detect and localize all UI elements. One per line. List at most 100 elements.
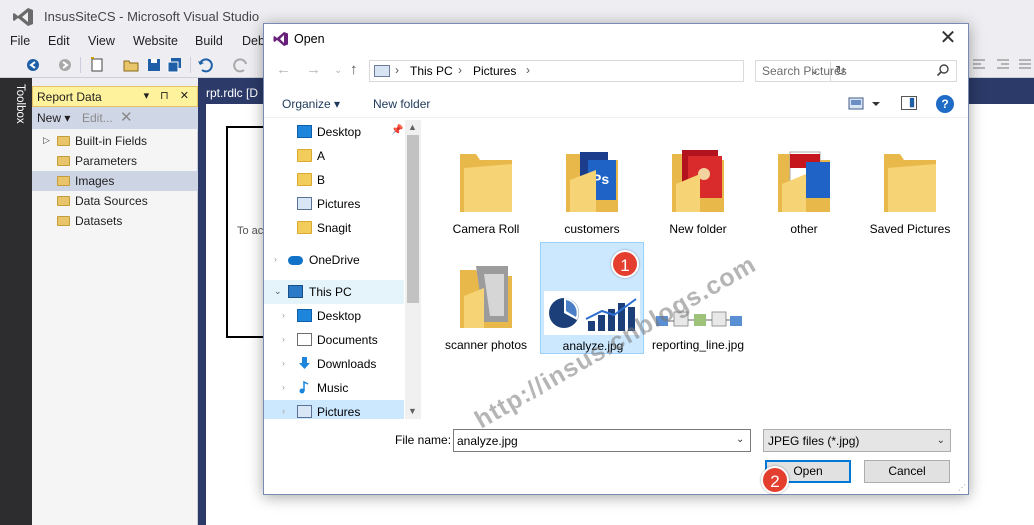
menu-website[interactable]: Website	[133, 34, 178, 48]
nav-item-b[interactable]: B	[264, 168, 404, 192]
menu-edit[interactable]: Edit	[48, 34, 70, 48]
tree-item-parameters[interactable]: Parameters	[32, 151, 198, 171]
expand-chevron-icon[interactable]: ›	[282, 406, 285, 416]
pictures-location-icon	[374, 65, 390, 77]
expand-chevron-icon[interactable]: ›	[282, 382, 285, 392]
cancel-button[interactable]: Cancel	[864, 460, 950, 483]
scroll-down-icon[interactable]: ▼	[408, 406, 417, 416]
pin-icon[interactable]: 📌	[391, 125, 403, 136]
nav-item-documents[interactable]: › Documents	[264, 328, 404, 352]
visual-studio-logo-icon	[273, 32, 288, 46]
nav-item-downloads[interactable]: › Downloads	[264, 352, 404, 376]
file-label: scanner photos	[444, 338, 528, 352]
address-bar[interactable]: › This PC › Pictures › ⌄ ↻	[369, 60, 846, 82]
file-label: New folder	[669, 222, 727, 236]
folder-icon	[57, 136, 70, 146]
collapse-chevron-icon[interactable]: ⌄	[274, 286, 282, 297]
nav-item-desktop-quick[interactable]: Desktop 📌	[264, 120, 404, 144]
organize-button[interactable]: Organize ▾	[282, 97, 340, 111]
new-folder-button[interactable]: New folder	[373, 97, 430, 111]
tree-item-images[interactable]: Images	[32, 171, 198, 191]
back-icon[interactable]	[24, 56, 42, 74]
file-name-row: File name: ⌄ JPEG files (*.jpg) ⌄	[264, 428, 968, 452]
breadcrumb-chevron-icon[interactable]: ›	[395, 63, 399, 77]
nav-item-onedrive[interactable]: › OneDrive	[264, 248, 404, 272]
folder-icon	[57, 156, 70, 166]
nav-item-a[interactable]: A	[264, 144, 404, 168]
change-view-icon[interactable]	[847, 96, 883, 112]
breadcrumb-chevron-icon[interactable]: ›	[458, 63, 462, 77]
panel-window-controls[interactable]: ▾ ⊓ ✕	[144, 89, 193, 102]
tab-rpt-rdlc[interactable]: rpt.rdlc [D	[206, 86, 258, 100]
file-item-camera-roll[interactable]: Camera Roll	[434, 126, 538, 238]
step-badge-2: 2	[761, 466, 789, 494]
breadcrumb-this-pc[interactable]: This PC	[410, 64, 453, 78]
file-name-label: File name:	[395, 433, 452, 447]
file-label: other	[790, 222, 818, 236]
back-arrow-icon[interactable]: ←	[276, 61, 291, 78]
nav-item-pictures-quick[interactable]: Pictures	[264, 192, 404, 216]
align-left-icon[interactable]	[970, 56, 988, 74]
nav-item-this-pc[interactable]: ⌄ This PC	[264, 280, 404, 304]
breadcrumb-chevron-icon[interactable]: ›	[526, 63, 530, 77]
close-icon[interactable]: ✕	[934, 26, 962, 52]
justify-icon[interactable]	[1016, 56, 1034, 74]
file-item-customers[interactable]: Ps customers	[540, 126, 644, 238]
tree-item-built-in-fields[interactable]: ▷ Built-in Fields	[32, 131, 198, 151]
tree-item-label: Images	[75, 174, 115, 188]
canvas-hint-text: To ac	[237, 225, 264, 237]
folder-scanner-icon	[460, 266, 512, 328]
save-icon[interactable]	[145, 56, 163, 74]
new-dropdown-button[interactable]: New ▾	[37, 111, 70, 125]
edit-button[interactable]: Edit...	[82, 111, 113, 125]
forward-icon[interactable]	[56, 56, 74, 74]
recent-dropdown-icon[interactable]: ⌄	[334, 65, 342, 76]
nav-item-label: Desktop	[317, 125, 362, 139]
expand-chevron-icon[interactable]: ›	[274, 254, 277, 264]
search-icon[interactable]	[936, 63, 950, 77]
tree-item-data-sources[interactable]: Data Sources	[32, 191, 198, 211]
menu-file[interactable]: File	[10, 34, 30, 48]
undo-icon[interactable]	[196, 56, 214, 74]
file-item-scanner-photos[interactable]: scanner photos	[434, 242, 538, 354]
file-label: Saved Pictures	[869, 222, 951, 236]
nav-item-label: Music	[317, 381, 349, 395]
resize-grip-icon[interactable]: ⋰	[958, 483, 966, 492]
redo-icon[interactable]	[232, 56, 250, 74]
file-name-dropdown-icon[interactable]: ⌄	[736, 434, 744, 445]
breadcrumb-pictures[interactable]: Pictures	[473, 64, 516, 78]
dialog-title: Open	[294, 32, 325, 46]
file-item-saved-pictures[interactable]: Saved Pictures	[858, 126, 962, 238]
file-label: reporting_line.jpg	[651, 338, 745, 352]
forward-arrow-icon[interactable]: →	[306, 61, 321, 78]
align-right-icon[interactable]	[994, 56, 1012, 74]
tree-item-label: Parameters	[75, 154, 138, 168]
nav-item-pictures[interactable]: › Pictures	[264, 400, 404, 419]
nav-item-snagit[interactable]: Snagit	[264, 216, 404, 240]
delete-icon[interactable]: ✕	[120, 108, 133, 126]
open-file-icon[interactable]	[122, 56, 140, 74]
file-type-select[interactable]: JPEG files (*.jpg) ⌄	[763, 429, 951, 452]
file-item-new-folder[interactable]: New folder	[646, 126, 750, 238]
file-name-input[interactable]	[453, 429, 751, 452]
nav-scrollbar-thumb[interactable]	[407, 135, 419, 303]
expand-chevron-icon[interactable]: ›	[282, 310, 285, 320]
search-input[interactable]: Search Pictures	[755, 60, 957, 82]
folder-documents-icon	[778, 151, 830, 212]
save-all-icon[interactable]	[166, 56, 184, 74]
scroll-up-icon[interactable]: ▲	[408, 122, 417, 132]
menu-view[interactable]: View	[88, 34, 115, 48]
toolbox-tab[interactable]: Toolbox	[6, 84, 26, 132]
expand-chevron-icon[interactable]: ›	[282, 334, 285, 344]
nav-item-music[interactable]: › Music	[264, 376, 404, 400]
new-project-icon[interactable]	[88, 56, 106, 74]
menu-build[interactable]: Build	[195, 34, 223, 48]
file-item-other[interactable]: other	[752, 126, 856, 238]
tree-item-datasets[interactable]: Datasets	[32, 211, 198, 231]
help-icon[interactable]: ?	[936, 95, 954, 113]
preview-pane-icon[interactable]	[901, 96, 917, 110]
expand-arrow-icon[interactable]: ▷	[43, 135, 50, 146]
up-arrow-icon[interactable]: ↑	[350, 61, 358, 78]
nav-item-desktop[interactable]: › Desktop	[264, 304, 404, 328]
expand-chevron-icon[interactable]: ›	[282, 358, 285, 368]
